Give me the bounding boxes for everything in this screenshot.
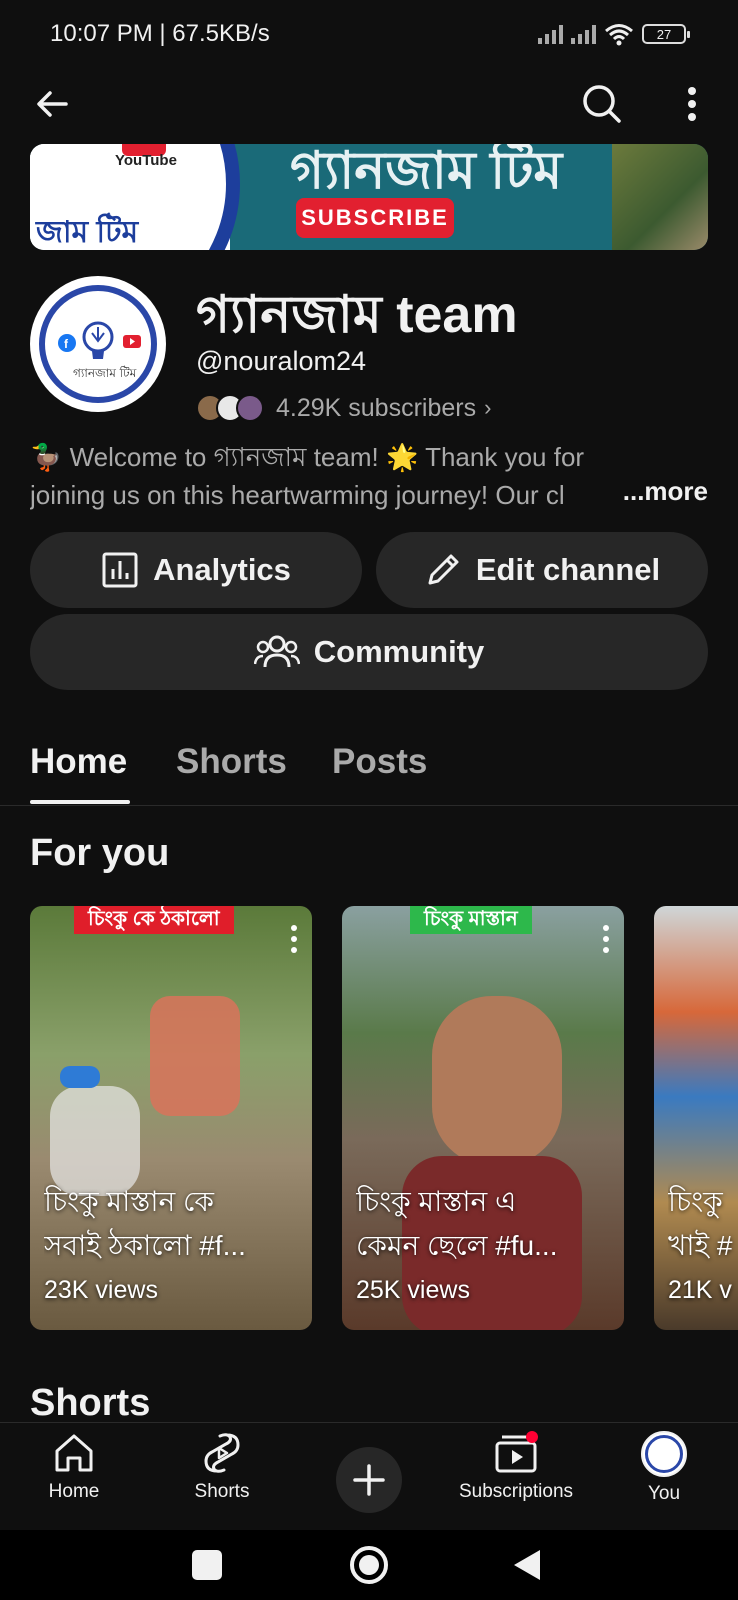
card-views: 23K views [44, 1276, 158, 1304]
plus-icon [353, 1464, 385, 1496]
lightbulb-logo-icon: f গ্যানজাম টিম [58, 321, 141, 380]
banner-bengali-text: জাম টিম [36, 216, 139, 249]
more-vert-icon[interactable] [602, 924, 610, 954]
signal-icon [538, 24, 563, 44]
banner-youtube-text: YouTube [115, 152, 177, 169]
short-card[interactable]: চিংকু মাস্তান চিংকু মাস্তান এ কেমন ছেলে … [342, 906, 624, 1330]
nav-subscriptions-label: Subscriptions [458, 1481, 574, 1502]
home-system-button[interactable] [350, 1546, 388, 1584]
home-icon [55, 1434, 93, 1472]
top-app-bar [0, 68, 738, 140]
analytics-icon [102, 552, 138, 588]
analytics-button[interactable]: Analytics [30, 532, 362, 608]
status-icons: 27 [538, 22, 690, 46]
recents-button[interactable] [192, 1550, 222, 1580]
pencil-icon [428, 554, 459, 585]
chevron-right-icon: › [484, 395, 492, 420]
community-label: Community [313, 634, 485, 669]
card-title: চিংকু মাস্তান কে সবাই ঠকালো #f... [44, 1186, 246, 1261]
nav-you-label: You [647, 1483, 681, 1504]
channel-handle: @nouralom24 [196, 346, 367, 376]
wifi-icon [605, 24, 633, 46]
arrow-left-icon [37, 91, 68, 117]
nav-home-label: Home [48, 1481, 100, 1502]
back-triangle-icon[interactable] [512, 1548, 542, 1582]
banner-logo-area: YouTube জাম টিম [30, 144, 240, 250]
back-button[interactable] [24, 76, 80, 132]
channel-tabs: Home Shorts Posts [0, 712, 738, 806]
description-line-1: 🦆 Welcome to গ্যানজাম team! 🌟 Thank you … [30, 442, 585, 472]
notification-dot [526, 1431, 538, 1443]
channel-banner: YouTube জাম টিম গ্যানজাম টিম SUBSCRIBE [30, 144, 708, 250]
nav-shorts[interactable]: Shorts [152, 1431, 292, 1527]
card-tag: চিংকু কে ঠকালো [74, 906, 234, 934]
subscriptions-icon [495, 1431, 538, 1473]
more-vert-icon[interactable] [290, 924, 298, 954]
people-icon [253, 635, 300, 668]
short-card[interactable]: চিংকু কে ঠকালো চিংকু মাস্তান কে সবাই ঠকা… [30, 906, 312, 1330]
shorts-icon [204, 1433, 240, 1473]
for-you-heading: For you [30, 832, 170, 874]
card-tag: চিংকু মাস্তান [410, 906, 532, 934]
short-card[interactable]: চিংকু খাই # 21K v [654, 906, 738, 1330]
subscriber-avatar [236, 394, 264, 422]
tab-posts[interactable]: Posts [332, 742, 427, 782]
analytics-label: Analytics [153, 552, 291, 587]
nav-you[interactable]: You [594, 1431, 734, 1527]
channel-avatar[interactable]: f গ্যানজাম টিম [30, 276, 166, 412]
tab-shorts[interactable]: Shorts [176, 742, 287, 782]
nav-shorts-label: Shorts [194, 1481, 250, 1502]
search-icon [583, 85, 621, 123]
search-button[interactable] [574, 76, 630, 132]
active-tab-indicator [30, 800, 130, 804]
banner-photo [612, 144, 708, 250]
card-title: চিংকু মাস্তান এ কেমন ছেলে #fu... [356, 1186, 558, 1261]
more-vert-icon [688, 87, 696, 121]
community-button[interactable]: Community [30, 614, 708, 690]
status-time: 10:07 PM | 67.5KB/s [50, 20, 270, 47]
you-avatar [641, 1431, 687, 1477]
card-views: 21K v [668, 1276, 732, 1304]
nav-home[interactable]: Home [4, 1431, 144, 1527]
shorts-heading: Shorts [30, 1382, 151, 1424]
banner-subscribe-graphic: SUBSCRIBE [296, 198, 454, 238]
card-title: চিংকু খাই # [668, 1186, 733, 1261]
description-line-2: joining us on this heartwarming journey!… [30, 480, 565, 510]
more-options-button[interactable] [664, 76, 720, 132]
svg-text:গ্যানজাম টিম: গ্যানজাম টিম [73, 366, 137, 380]
create-button[interactable] [336, 1447, 402, 1513]
subscribers-row[interactable]: 4.29K subscribers › [196, 392, 491, 424]
status-bar: 10:07 PM | 67.5KB/s 27 [0, 0, 738, 68]
signal-icon-2 [571, 24, 596, 44]
battery-icon: 27 [642, 24, 690, 44]
card-views: 25K views [356, 1276, 470, 1304]
edit-channel-label: Edit channel [475, 552, 661, 587]
tab-home[interactable]: Home [30, 742, 127, 782]
more-link[interactable]: ...more [592, 476, 708, 507]
nav-subscriptions[interactable]: Subscriptions [446, 1431, 586, 1527]
edit-channel-button[interactable]: Edit channel [376, 532, 708, 608]
bottom-navigation: Home Shorts Subscriptions You [0, 1422, 738, 1530]
subscriber-count: 4.29K subscribers [276, 393, 477, 422]
system-navigation-bar [0, 1530, 738, 1600]
